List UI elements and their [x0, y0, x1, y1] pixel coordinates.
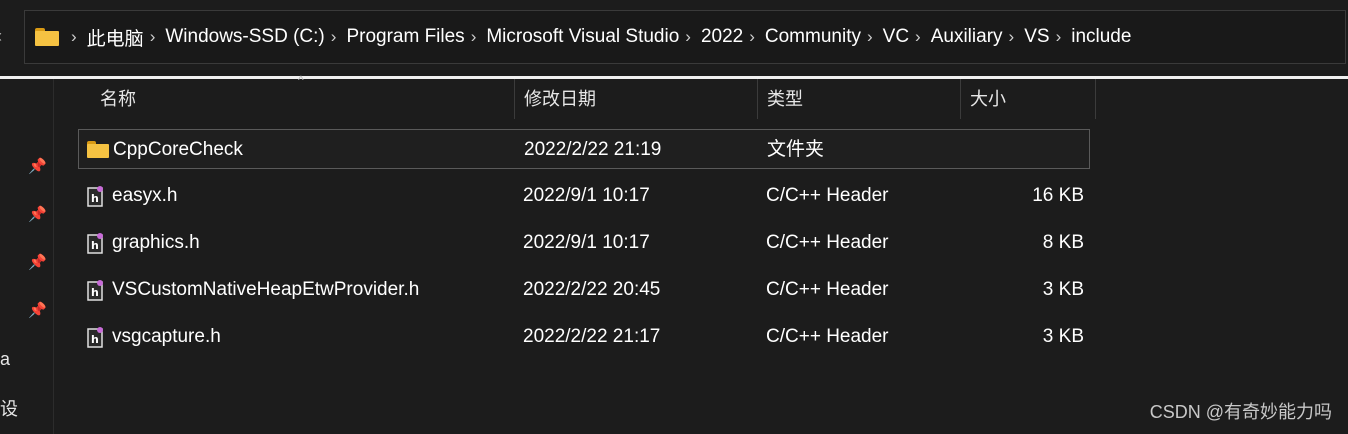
breadcrumb-this-pc[interactable]: 此电脑: [87, 24, 144, 51]
svg-text:h: h: [91, 239, 99, 252]
list-item[interactable]: CppCoreCheck 2022/2/22 21:19 文件夹: [78, 129, 1090, 169]
breadcrumb-separator-icon[interactable]: ›: [1009, 27, 1015, 47]
file-type: 文件夹: [767, 139, 825, 160]
file-size: 16 KB: [1032, 185, 1084, 206]
header-file-icon: h: [87, 186, 103, 207]
pin-icon[interactable]: 📌: [28, 205, 47, 223]
column-separator[interactable]: [960, 79, 961, 119]
nav-item-partial[interactable]: a: [0, 349, 10, 370]
breadcrumb-separator-icon[interactable]: ›: [150, 27, 156, 47]
file-date: 2022/2/22 21:19: [524, 139, 662, 160]
address-bar[interactable]: › 此电脑 › Windows-SSD (C:) › Program Files…: [24, 10, 1346, 64]
column-header-size[interactable]: 大小: [970, 79, 1006, 119]
navigation-pane: 📌 📌 📌 📌 a 设: [0, 79, 54, 434]
svg-text:h: h: [91, 333, 99, 346]
breadcrumb-drive-c[interactable]: Windows-SSD (C:): [165, 26, 324, 48]
column-separator[interactable]: [514, 79, 515, 119]
breadcrumb-vc[interactable]: VC: [883, 26, 909, 48]
file-date: 2022/9/1 10:17: [523, 185, 650, 206]
sort-ascending-icon: ^: [298, 73, 304, 87]
breadcrumb-separator-icon[interactable]: ›: [331, 27, 337, 47]
list-item[interactable]: h graphics.h 2022/9/1 10:17 C/C++ Header…: [78, 223, 1090, 263]
column-header-name[interactable]: 名称: [100, 79, 136, 119]
header-file-icon: h: [87, 233, 103, 254]
pin-icon[interactable]: 📌: [28, 157, 47, 175]
column-separator[interactable]: [757, 79, 758, 119]
list-item[interactable]: h easyx.h 2022/9/1 10:17 C/C++ Header 16…: [78, 176, 1090, 216]
file-size: 3 KB: [1042, 279, 1084, 300]
nav-item-partial[interactable]: 设: [0, 395, 18, 421]
folder-icon: [87, 141, 109, 158]
pin-icon[interactable]: 📌: [28, 301, 47, 319]
breadcrumb-include[interactable]: include: [1071, 26, 1131, 48]
breadcrumb-microsoft-visual-studio[interactable]: Microsoft Visual Studio: [486, 26, 679, 48]
breadcrumb-community[interactable]: Community: [765, 26, 861, 48]
breadcrumb-separator-icon[interactable]: ›: [749, 27, 755, 47]
breadcrumb-vs[interactable]: VS: [1024, 26, 1049, 48]
list-item[interactable]: h vsgcapture.h 2022/2/22 21:17 C/C++ Hea…: [78, 317, 1090, 357]
breadcrumb-separator-icon[interactable]: ›: [471, 27, 477, 47]
list-item[interactable]: h VSCustomNativeHeapEtwProvider.h 2022/2…: [78, 270, 1090, 310]
back-arrow-icon[interactable]: ‹: [0, 26, 2, 47]
file-size: 3 KB: [1042, 326, 1084, 347]
file-name: VSCustomNativeHeapEtwProvider.h: [112, 279, 420, 300]
watermark: CSDN @有奇妙能力吗: [1149, 402, 1332, 422]
breadcrumb-separator-icon[interactable]: ›: [1056, 27, 1062, 47]
file-size: 8 KB: [1042, 232, 1084, 253]
file-type: C/C++ Header: [766, 185, 889, 206]
breadcrumb-program-files[interactable]: Program Files: [346, 26, 464, 48]
file-date: 2022/9/1 10:17: [523, 232, 650, 253]
column-header-type[interactable]: 类型: [767, 79, 803, 119]
file-date: 2022/2/22 21:17: [523, 326, 661, 347]
file-list: ^ 名称 修改日期 类型 大小 CppCoreCheck 2022/2/22 2…: [54, 73, 1348, 434]
breadcrumb-separator-icon[interactable]: ›: [71, 27, 77, 47]
breadcrumb-separator-icon[interactable]: ›: [685, 27, 691, 47]
breadcrumb-separator-icon[interactable]: ›: [867, 27, 873, 47]
breadcrumb-auxiliary[interactable]: Auxiliary: [931, 26, 1003, 48]
file-type: C/C++ Header: [766, 232, 889, 253]
folder-icon: [35, 28, 59, 46]
column-separator[interactable]: [1095, 79, 1096, 119]
file-type: C/C++ Header: [766, 279, 889, 300]
column-header-date[interactable]: 修改日期: [524, 79, 596, 119]
pin-icon[interactable]: 📌: [28, 253, 47, 271]
file-name: vsgcapture.h: [112, 326, 221, 347]
file-name: easyx.h: [112, 185, 178, 206]
svg-text:h: h: [91, 192, 99, 205]
svg-text:h: h: [91, 286, 99, 299]
breadcrumb-separator-icon[interactable]: ›: [915, 27, 921, 47]
header-file-icon: h: [87, 327, 103, 348]
file-name: CppCoreCheck: [113, 139, 243, 160]
address-bar-row: ‹ › 此电脑 › Windows-SSD (C:) › Program Fil…: [0, 0, 1348, 76]
header-file-icon: h: [87, 280, 103, 301]
file-date: 2022/2/22 20:45: [523, 279, 661, 300]
file-name: graphics.h: [112, 232, 200, 253]
breadcrumb-2022[interactable]: 2022: [701, 26, 743, 48]
file-type: C/C++ Header: [766, 326, 889, 347]
